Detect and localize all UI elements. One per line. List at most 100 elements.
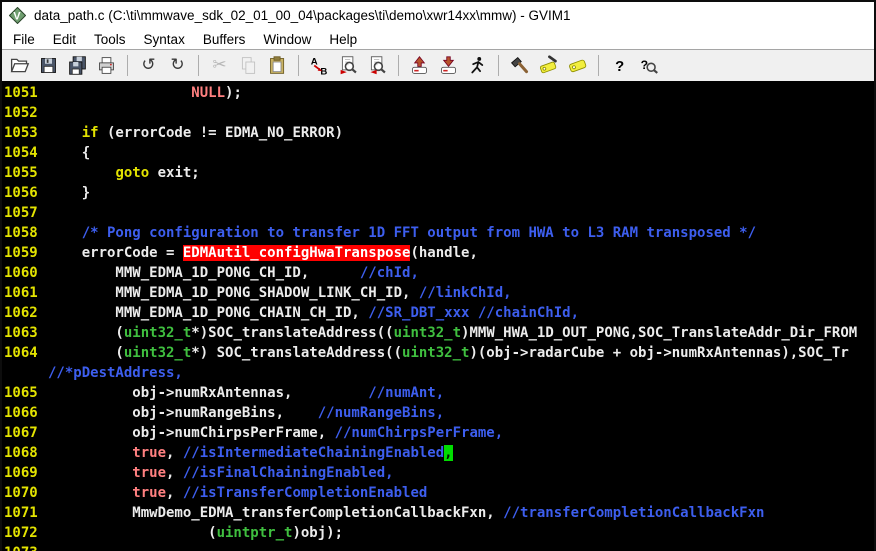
line-number: 1060 [4,265,38,281]
redo-icon: ↻ [170,55,185,74]
line-number: 1063 [4,325,38,341]
menu-item-syntax[interactable]: Syntax [135,30,194,49]
vim-icon: V [9,6,26,24]
code-line: 1052 [2,103,874,123]
toolbar-separator [198,55,199,76]
title-bar[interactable]: V data_path.c (C:\ti\mmwave_sdk_02_01_00… [2,2,874,28]
build-tags-icon [538,55,559,76]
gvim-window: V data_path.c (C:\ti\mmwave_sdk_02_01_00… [0,0,876,551]
toolbar-button-find-next[interactable] [335,53,362,78]
toolbar-button-help[interactable]: ? [606,53,633,78]
toolbar-button-open[interactable] [6,53,33,78]
line-number: 1066 [4,405,38,421]
toolbar: ↺ ↻ ✂ A B?? [2,50,874,81]
code-line: 1063 (uint32_t*)SOC_translateAddress((ui… [2,323,874,343]
jump-tag-icon [567,55,588,76]
code-segment: obj->numRxAntennas, [48,385,369,401]
code-segment: uint32_t [402,345,470,361]
code-segment: obj->numRangeBins, [48,405,318,421]
toolbar-button-make[interactable] [506,53,533,78]
code-segment: true [132,445,167,461]
toolbar-button-save[interactable] [35,53,62,78]
toolbar-separator [598,55,599,76]
toolbar-button-undo[interactable]: ↺ [135,53,162,78]
toolbar-button-save-session[interactable] [435,53,462,78]
code-segment: } [48,185,91,201]
code-segment: ( [48,345,124,361]
menu-item-edit[interactable]: Edit [44,30,85,49]
code-line: 1061 MMW_EDMA_1D_PONG_SHADOW_LINK_CH_ID,… [2,283,874,303]
toolbar-button-load-session[interactable] [406,53,433,78]
code-line: 1071 MmwDemo_EDMA_transferCompletionCall… [2,503,874,523]
menu-item-buffers[interactable]: Buffers [194,30,255,49]
line-number: 1051 [4,85,38,101]
save-icon [38,55,59,76]
code-segment: obj->numChirpsPerFrame, [48,425,335,441]
line-number: 1053 [4,125,38,141]
toolbar-button-paste[interactable] [264,53,291,78]
toolbar-separator [498,55,499,76]
menu-item-window[interactable]: Window [254,30,320,49]
toolbar-button-redo[interactable]: ↻ [164,53,191,78]
code-segment: )MMW_HWA_1D_OUT_PONG,SOC_TranslateAddr_D… [461,325,858,341]
code-segment: , [166,485,183,501]
code-segment: /* Pong configuration to transfer 1D FFT… [81,225,757,241]
toolbar-button-find-help[interactable]: ? [635,53,662,78]
code-segment: , [166,445,183,461]
line-number: 1062 [4,305,38,321]
code-segment: //numRangeBins, [317,405,445,421]
toolbar-button-save-all[interactable] [64,53,91,78]
code-line: 1067 obj->numChirpsPerFrame, //numChirps… [2,423,874,443]
code-segment: exit; [149,165,200,181]
menu-item-tools[interactable]: Tools [85,30,135,49]
toolbar-separator [398,55,399,76]
cursor: , [444,445,453,461]
cut-icon: ✂ [212,55,227,74]
code-line: 1065 obj->numRxAntennas, //numAnt, [2,383,874,403]
save-session-icon [438,55,459,76]
code-line: 1055 goto exit; [2,163,874,183]
code-segment: //*pDestAddress, [48,365,183,381]
print-icon [96,55,117,76]
code-segment: (errorCode != EDMA_NO_ERROR) [98,125,344,141]
toolbar-button-run-script[interactable] [464,53,491,78]
line-number: 1070 [4,485,38,501]
code-line: 1058 /* Pong configuration to transfer 1… [2,223,874,243]
code-segment: MmwDemo_EDMA_transferCompletionCallbackF… [48,505,504,521]
line-number: 1073 [4,543,48,551]
open-icon [9,55,30,76]
load-session-icon [409,55,430,76]
paste-icon [267,55,288,76]
menu-item-help[interactable]: Help [320,30,366,49]
code-segment: { [48,145,91,161]
save-all-icon [67,55,88,76]
menu-item-file[interactable]: File [4,30,44,49]
line-number: 1054 [4,145,38,161]
line-number: 1069 [4,465,38,481]
toolbar-button-print[interactable] [93,53,120,78]
code-segment: uintptr_t [216,525,293,541]
code-line: 1068 true, //isIntermediateChainingEnabl… [2,443,874,463]
toolbar-button-find-replace[interactable]: AB [306,53,333,78]
copy-icon [238,55,259,76]
code-segment: //chId, [359,265,419,281]
toolbar-button-find-prev[interactable] [364,53,391,78]
toolbar-button-jump-tag[interactable] [564,53,591,78]
toolbar-button-build-tags[interactable] [535,53,562,78]
code-line: 1066 obj->numRangeBins, //numRangeBins, [2,403,874,423]
code-segment: NULL [191,85,226,101]
svg-text:?: ? [615,59,624,75]
code-line: 1064 (uint32_t*) SOC_translateAddress((u… [2,343,874,363]
code-line: 1054 { [2,143,874,163]
line-number: 1056 [4,185,38,201]
line-number: 1052 [4,105,38,121]
code-area[interactable]: 1051 NULL); 1052 1053 if (errorCode != EDM… [2,81,874,551]
toolbar-button-copy [235,53,262,78]
code-line: 1053 if (errorCode != EDMA_NO_ERROR) [2,123,874,143]
code-segment: )(obj->radarCube + obj->numRxAntennas),S… [469,345,849,361]
code-line: 1070 true, //isTransferCompletionEnabled [2,483,874,503]
find-next-icon [338,55,359,76]
line-number: 1055 [4,165,38,181]
